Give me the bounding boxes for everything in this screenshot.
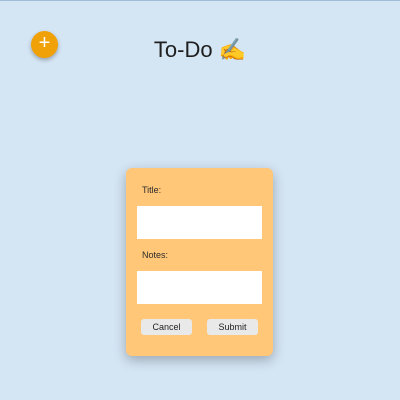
title-input[interactable] [137, 206, 262, 239]
title-label: Title: [142, 185, 162, 195]
new-todo-form: Title: Notes: Cancel Submit [126, 168, 273, 356]
cancel-button[interactable]: Cancel [141, 319, 192, 335]
notes-label: Notes: [142, 250, 169, 260]
notes-input[interactable] [137, 271, 262, 304]
submit-button[interactable]: Submit [207, 319, 258, 335]
page-title: To-Do ✍️ [153, 37, 247, 62]
top-divider [0, 0, 400, 1]
